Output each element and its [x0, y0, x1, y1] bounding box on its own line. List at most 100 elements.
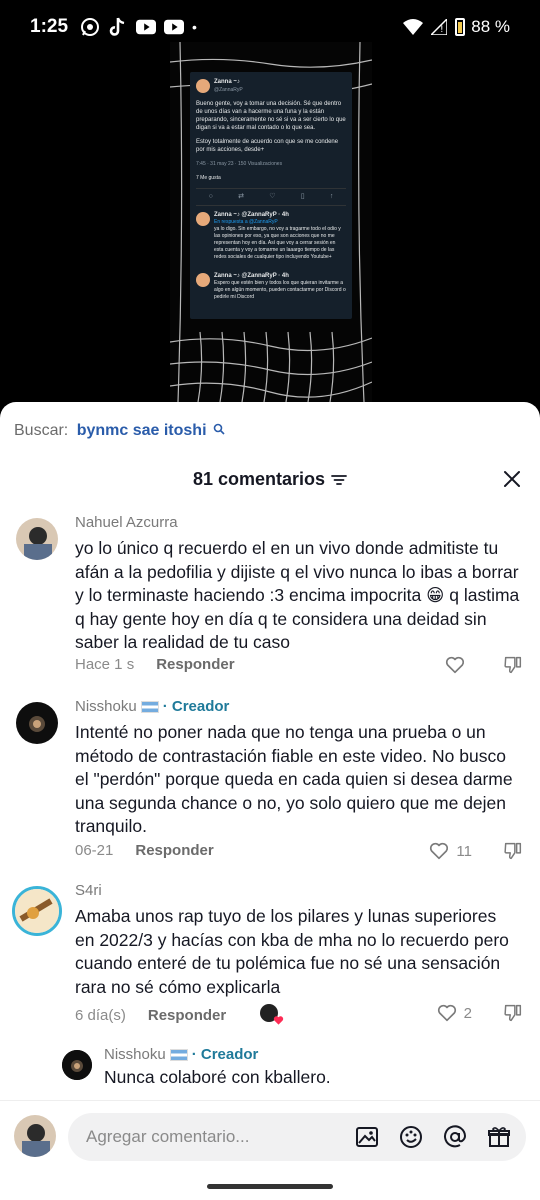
tweet-likes: 7 Me gusta — [196, 175, 221, 181]
heart-icon — [437, 1004, 456, 1022]
tweet-reply-header: Zanna ~♪ @ZannaRyP · 4h — [214, 212, 289, 218]
comment-time: 06-21 — [75, 842, 114, 859]
tweet-actions: ○ ⇄ ♡ ▯ ↑ — [196, 188, 346, 206]
reply-button[interactable]: Responder — [156, 656, 234, 673]
tweet-reply-to: En respuesta a @ZannaRyP — [214, 219, 278, 225]
like-button[interactable]: 2 — [436, 1002, 472, 1024]
avatar[interactable] — [12, 886, 62, 936]
search-icon — [213, 422, 225, 435]
mention-icon[interactable] — [442, 1124, 468, 1150]
heart-icon — [445, 656, 465, 674]
comment-meta: Hace 1 s Responder — [75, 656, 235, 673]
avatar[interactable] — [62, 1050, 92, 1080]
reply-text: Nunca colaboré con kballero. — [104, 1067, 331, 1087]
search-suggestion[interactable]: Buscar: bynmc sae itoshi — [14, 422, 225, 440]
status-right: ! 88 % — [403, 17, 510, 37]
dislike-icon[interactable] — [502, 1002, 524, 1024]
reply-button[interactable]: Responder — [148, 1007, 226, 1024]
reply-button[interactable]: Responder — [135, 842, 213, 859]
battery-percent: 88 % — [471, 17, 510, 36]
status-time: 1:25 — [30, 16, 69, 37]
tweet-text: Bueno gente, voy a tomar una decisión. S… — [196, 101, 346, 131]
avatar[interactable] — [16, 518, 58, 560]
notification-dot: • — [192, 19, 197, 35]
dislike-icon[interactable] — [502, 654, 524, 676]
wifi-icon — [403, 17, 424, 37]
like-button[interactable]: 11 — [428, 840, 472, 862]
argentina-flag-icon — [140, 700, 159, 713]
tweet-meta: 7:45 · 31 may 23 · 150 Visualizaciones — [196, 161, 283, 167]
comment-actions: 2 — [436, 1002, 524, 1024]
username-text: Nisshoku — [75, 698, 137, 715]
creator-badge: · Creador — [162, 698, 230, 715]
reply-username[interactable]: Nisshoku · Creador — [104, 1046, 504, 1063]
comment-text: yo lo único q recuerdo el en un vivo don… — [75, 538, 520, 652]
like-count: 11 — [456, 842, 472, 860]
comment-actions: 11 — [428, 840, 524, 862]
bookmark-icon: ▯ — [300, 193, 305, 200]
close-icon[interactable] — [500, 467, 524, 491]
heart-icon — [274, 1016, 284, 1025]
comment-input[interactable] — [86, 1127, 354, 1147]
like-count: 2 — [463, 1004, 472, 1022]
tweet-reply2-avatar — [196, 273, 210, 287]
comment-body: S4ri Amaba unos rap tuyo de los pilares … — [75, 882, 520, 999]
tweet-reply-avatar — [196, 212, 210, 226]
comment-meta: 6 día(s) Responder — [75, 1004, 284, 1026]
comment-username[interactable]: Nahuel Azcurra — [75, 514, 520, 531]
notification-icons: • — [80, 17, 197, 37]
like-button[interactable] — [444, 654, 472, 676]
youtube-icon — [136, 17, 157, 37]
search-label: Buscar: — [14, 422, 69, 439]
tweet-name: Zanna ~♪ — [214, 79, 240, 85]
tweet-reply-text: ya lo digo. Sin embargo, no voy a tragar… — [214, 226, 341, 260]
comment-count: 81 comentarios — [192, 468, 326, 489]
emoji-icon[interactable] — [398, 1124, 424, 1150]
tweet-screenshot: Zanna ~♪ @ZannaRyP Bueno gente, voy a to… — [190, 72, 352, 319]
tweet-handle: @ZannaRyP — [214, 87, 243, 93]
creator-badge: · Creador — [191, 1046, 259, 1063]
comment-meta: 06-21 Responder — [75, 842, 214, 859]
comment-body: Nisshoku · Creador Intenté no poner nada… — [75, 698, 520, 839]
comment-text: Intenté no poner nada que no tenga una p… — [75, 722, 513, 836]
share-icon: ↑ — [329, 193, 334, 200]
comment-actions — [444, 654, 524, 676]
comment-text: Amaba unos rap tuyo de los pilares y lun… — [75, 906, 509, 997]
comment-time: Hace 1 s — [75, 656, 135, 673]
comment-sheet: Buscar: bynmc sae itoshi 81 comentarios … — [0, 402, 540, 1200]
svg-text:!: ! — [440, 25, 444, 35]
reply-icon: ○ — [208, 193, 213, 200]
comment-username[interactable]: Nisshoku · Creador — [75, 698, 520, 715]
argentina-flag-icon — [169, 1048, 188, 1061]
home-indicator[interactable] — [207, 1184, 333, 1189]
youtube-icon — [164, 17, 185, 37]
signal-icon: ! — [429, 17, 449, 37]
retweet-icon: ⇄ — [238, 193, 244, 200]
whatsapp-icon — [80, 17, 100, 37]
comment-input-pill[interactable] — [68, 1113, 526, 1161]
heart-icon — [430, 842, 449, 860]
username-text: Nisshoku — [104, 1046, 166, 1063]
heart-icon: ♡ — [269, 193, 276, 200]
tiktok-icon — [108, 17, 128, 37]
input-actions — [354, 1124, 512, 1150]
tweet-reply2-text: Espero que estén bien y todos los que qu… — [214, 280, 346, 300]
battery-icon — [455, 18, 466, 36]
tweet-text-2: Estoy totalmente de acuerdo con que se m… — [196, 139, 339, 153]
comment-body: Nahuel Azcurra yo lo único q recuerdo el… — [75, 514, 520, 655]
tweet-avatar — [196, 79, 210, 93]
comment-username[interactable]: S4ri — [75, 882, 520, 899]
dislike-icon[interactable] — [502, 840, 524, 862]
my-avatar — [14, 1115, 56, 1157]
creator-liked-badge — [260, 1004, 284, 1026]
search-query[interactable]: bynmc sae itoshi — [77, 422, 207, 439]
comments-header: 81 comentarios — [0, 464, 540, 494]
gift-icon[interactable] — [486, 1124, 512, 1150]
avatar[interactable] — [16, 702, 58, 744]
video-player[interactable]: Zanna ~♪ @ZannaRyP Bueno gente, voy a to… — [170, 42, 372, 402]
image-icon[interactable] — [354, 1124, 380, 1150]
comment-time: 6 día(s) — [75, 1006, 126, 1024]
comment-input-bar — [0, 1100, 540, 1172]
reply-body: Nisshoku · Creador Nunca colaboré con kb… — [104, 1046, 504, 1088]
sort-icon[interactable] — [331, 473, 347, 485]
